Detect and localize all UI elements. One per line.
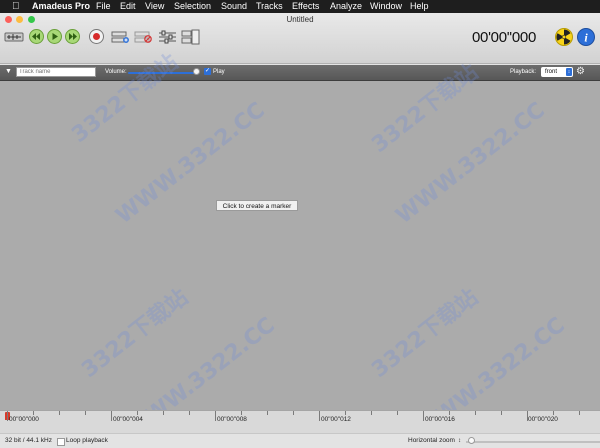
timeline-tick [449, 411, 450, 415]
timeline-tick [423, 411, 424, 421]
menu-edit[interactable]: Edit [120, 0, 136, 13]
timeline-tick [215, 411, 216, 421]
timeline-ruler[interactable]: 00"00"000 00"00"004 00"00"008 00"00"012 … [0, 410, 600, 433]
timeline-tick [345, 411, 346, 415]
menu-sound[interactable]: Sound [221, 0, 247, 13]
window-title: Untitled [286, 15, 314, 24]
mixer-icon[interactable] [158, 30, 177, 44]
apple-icon[interactable]:  [12, 0, 20, 13]
timeline-label: 00"00"000 [9, 416, 39, 423]
loop-playback-label: Loop playback [66, 437, 108, 444]
split-icon[interactable] [181, 29, 200, 45]
menu-selection[interactable]: Selection [174, 0, 211, 13]
horizontal-zoom-knob[interactable] [468, 437, 475, 444]
timeline-label: 00"00"012 [321, 416, 351, 423]
gear-icon[interactable]: ⚙ [576, 66, 585, 77]
radiation-icon[interactable] [555, 28, 573, 46]
menu-effects[interactable]: Effects [292, 0, 319, 13]
timeline-tick [7, 411, 8, 421]
volume-label: Volume: [105, 69, 127, 75]
timeline-tick [33, 411, 34, 415]
waveform-canvas[interactable]: 3322下载站 3322下载站 WWW.3322.CC WWW.3322.CC … [0, 50, 600, 444]
menu-bar:  Amadeus Pro File Edit View Selection S… [0, 0, 600, 13]
play-label: Play [213, 69, 225, 75]
updown-arrow-icon: ↕ [566, 68, 572, 76]
playback-select[interactable]: front ↕ [541, 67, 573, 77]
horizontal-zoom-slider[interactable] [466, 441, 600, 443]
volume-slider-knob[interactable] [193, 68, 200, 75]
timeline-tick [163, 411, 164, 415]
timeline-tick [293, 411, 294, 415]
track-control-bar: ▼ Volume: ✓ Play Playback: front ↕ ⚙ [0, 65, 600, 81]
menu-analyze[interactable]: Analyze [330, 0, 362, 13]
window-toolbar: Untitled 00'00''000 i [0, 13, 600, 64]
timeline-label: 00"00"008 [217, 416, 247, 423]
timeline-tick [501, 411, 502, 415]
fast-forward-icon[interactable] [65, 29, 80, 44]
marker-tooltip[interactable]: Click to create a marker [216, 200, 298, 211]
record-icon[interactable] [89, 29, 104, 44]
timeline-tick [397, 411, 398, 415]
playback-value: front [545, 69, 558, 75]
timeline-tick [137, 411, 138, 415]
timeline-tick [189, 411, 190, 415]
rewind-icon[interactable] [29, 29, 44, 44]
menu-window[interactable]: Window [370, 0, 402, 13]
play-icon[interactable] [47, 29, 62, 44]
timeline-tick [371, 411, 372, 415]
menu-tracks[interactable]: Tracks [256, 0, 283, 13]
watermark-text: 3322下载站 [367, 284, 483, 383]
delete-track-icon[interactable] [134, 30, 153, 44]
status-bar: 32 bit / 44.1 kHz Loop playback Horizont… [0, 433, 600, 448]
timeline-label: 00"00"004 [113, 416, 143, 423]
menu-view[interactable]: View [145, 0, 164, 13]
timeline-label: 00"00"020 [528, 416, 558, 423]
time-display: 00'00''000 [472, 29, 536, 46]
timeline-tick [475, 411, 476, 415]
audio-format-label: 32 bit / 44.1 kHz [5, 437, 52, 444]
timeline-tick [553, 411, 554, 415]
menu-help[interactable]: Help [410, 0, 429, 13]
disclosure-triangle-icon[interactable]: ▼ [5, 68, 12, 75]
timeline-tick [579, 411, 580, 415]
info-icon[interactable]: i [577, 28, 595, 46]
timeline-tick [241, 411, 242, 415]
updown-arrow-icon[interactable]: ↕ [458, 434, 461, 448]
insert-track-icon[interactable] [111, 30, 130, 44]
timeline-tick [111, 411, 112, 421]
horizontal-zoom-label: Horizontal zoom [408, 437, 455, 444]
timeline-tick [85, 411, 86, 415]
playback-label: Playback: [510, 69, 537, 75]
menu-app-name[interactable]: Amadeus Pro [32, 0, 90, 13]
timeline-tick [59, 411, 60, 415]
play-checkbox[interactable]: ✓ [204, 68, 211, 75]
track-name-input[interactable] [16, 67, 96, 77]
timeline-tick [527, 411, 528, 421]
timeline-tick [267, 411, 268, 415]
loop-playback-checkbox[interactable] [57, 438, 65, 446]
timeline-tick [319, 411, 320, 421]
timeline-label: 00"00"016 [425, 416, 455, 423]
record-setup-icon[interactable] [4, 30, 24, 44]
menu-file[interactable]: File [96, 0, 111, 13]
watermark-text: 3322下载站 [77, 284, 193, 383]
